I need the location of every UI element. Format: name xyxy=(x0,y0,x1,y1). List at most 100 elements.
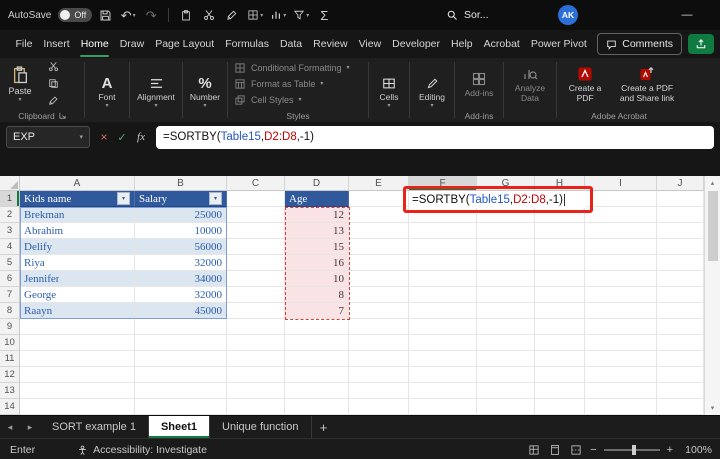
cell-I5[interactable] xyxy=(585,255,657,271)
col-header-J[interactable]: J xyxy=(657,176,704,191)
menu-tab-developer[interactable]: Developer xyxy=(387,30,446,58)
cell-F14[interactable] xyxy=(409,399,477,415)
cell-I4[interactable] xyxy=(585,239,657,255)
cell-C11[interactable] xyxy=(227,351,285,367)
clipboard-button[interactable] xyxy=(176,4,196,26)
scroll-up-icon[interactable]: ▴ xyxy=(705,176,720,190)
avatar[interactable]: AK xyxy=(558,5,578,25)
cell-J5[interactable] xyxy=(657,255,704,271)
cell-G10[interactable] xyxy=(477,335,535,351)
col-header-G[interactable]: G xyxy=(477,176,535,191)
cell-D5[interactable]: 16 xyxy=(285,255,349,271)
sheet-tab-unique-function[interactable]: Unique function xyxy=(210,416,311,438)
menu-tab-page-layout[interactable]: Page Layout xyxy=(150,30,220,58)
cell-J2[interactable] xyxy=(657,207,704,223)
editing-group-button[interactable]: Editing ▾ xyxy=(410,58,454,122)
cell-D3[interactable]: 13 xyxy=(285,223,349,239)
cell-E13[interactable] xyxy=(349,383,409,399)
cell-H2[interactable] xyxy=(535,207,585,223)
cell-H12[interactable] xyxy=(535,367,585,383)
cell-G7[interactable] xyxy=(477,287,535,303)
minimize-button[interactable]: — xyxy=(672,0,702,30)
cell-C8[interactable] xyxy=(227,303,285,319)
cell-F3[interactable] xyxy=(409,223,477,239)
cell-I6[interactable] xyxy=(585,271,657,287)
cell-I2[interactable] xyxy=(585,207,657,223)
share-button[interactable] xyxy=(688,34,714,54)
search-box[interactable]: Sor... xyxy=(446,0,489,30)
cell-styles-button[interactable]: Cell Styles ▾ xyxy=(234,92,368,107)
cell-A1[interactable]: Kids name▾ xyxy=(20,191,135,207)
cell-G12[interactable] xyxy=(477,367,535,383)
cell-C7[interactable] xyxy=(227,287,285,303)
cell-F6[interactable] xyxy=(409,271,477,287)
cell-B2[interactable]: 25000 xyxy=(135,207,227,223)
cell-G2[interactable] xyxy=(477,207,535,223)
cell-J3[interactable] xyxy=(657,223,704,239)
cell-D11[interactable] xyxy=(285,351,349,367)
format-as-table-button[interactable]: Format as Table ▾ xyxy=(234,76,368,91)
cell-J1[interactable] xyxy=(657,191,704,207)
row-header-9[interactable]: 9 xyxy=(0,319,20,335)
comments-button[interactable]: Comments xyxy=(597,33,682,55)
cell-J14[interactable] xyxy=(657,399,704,415)
cell-B14[interactable] xyxy=(135,399,227,415)
cell-F13[interactable] xyxy=(409,383,477,399)
col-header-E[interactable]: E xyxy=(349,176,409,191)
enter-button[interactable]: ✓ xyxy=(114,131,130,144)
menu-tab-view[interactable]: View xyxy=(353,30,387,58)
cell-D9[interactable] xyxy=(285,319,349,335)
cell-C2[interactable] xyxy=(227,207,285,223)
number-group-button[interactable]: % Number ▾ xyxy=(183,58,227,122)
cell-J8[interactable] xyxy=(657,303,704,319)
cell-B10[interactable] xyxy=(135,335,227,351)
cell-E6[interactable] xyxy=(349,271,409,287)
cell-B1[interactable]: Salary▾ xyxy=(135,191,227,207)
cell-H3[interactable] xyxy=(535,223,585,239)
cell-J10[interactable] xyxy=(657,335,704,351)
cell-A10[interactable] xyxy=(20,335,135,351)
create-pdf-button[interactable]: Create a PDF xyxy=(557,64,613,104)
cell-C10[interactable] xyxy=(227,335,285,351)
cell-I10[interactable] xyxy=(585,335,657,351)
cell-B11[interactable] xyxy=(135,351,227,367)
cut-button[interactable] xyxy=(199,4,219,26)
cell-H9[interactable] xyxy=(535,319,585,335)
cell-I3[interactable] xyxy=(585,223,657,239)
cell-J11[interactable] xyxy=(657,351,704,367)
cell-G6[interactable] xyxy=(477,271,535,287)
cell-D10[interactable] xyxy=(285,335,349,351)
row-header-4[interactable]: 4 xyxy=(0,239,20,255)
cell-A6[interactable]: Jennifer xyxy=(20,271,135,287)
cell-F7[interactable] xyxy=(409,287,477,303)
cell-F4[interactable] xyxy=(409,239,477,255)
row-header-13[interactable]: 13 xyxy=(0,383,20,399)
cell-I12[interactable] xyxy=(585,367,657,383)
cell-J6[interactable] xyxy=(657,271,704,287)
scroll-down-icon[interactable]: ▾ xyxy=(705,401,720,415)
cell-A13[interactable] xyxy=(20,383,135,399)
cancel-button[interactable]: × xyxy=(96,130,112,144)
cell-H6[interactable] xyxy=(535,271,585,287)
cell-J7[interactable] xyxy=(657,287,704,303)
menu-tab-file[interactable]: File xyxy=(10,30,38,58)
col-header-I[interactable]: I xyxy=(585,176,657,191)
filter-icon[interactable]: ▾ xyxy=(209,192,222,205)
vertical-scrollbar[interactable]: ▴ ▾ xyxy=(704,176,720,415)
copy-button[interactable] xyxy=(44,77,62,91)
row-header-2[interactable]: 2 xyxy=(0,207,20,223)
cell-C3[interactable] xyxy=(227,223,285,239)
cell-B5[interactable]: 32000 xyxy=(135,255,227,271)
page-layout-view-button[interactable] xyxy=(548,443,562,457)
cell-I14[interactable] xyxy=(585,399,657,415)
cell-F12[interactable] xyxy=(409,367,477,383)
cell-F9[interactable] xyxy=(409,319,477,335)
menu-tab-insert[interactable]: Insert xyxy=(38,30,75,58)
sheet-tab-sort-example-1[interactable]: SORT example 1 xyxy=(40,416,149,438)
cell-E7[interactable] xyxy=(349,287,409,303)
dialog-launcher-icon[interactable] xyxy=(59,112,66,119)
row-header-5[interactable]: 5 xyxy=(0,255,20,271)
chart-button[interactable]: ▾ xyxy=(268,4,288,26)
cell-B3[interactable]: 10000 xyxy=(135,223,227,239)
cell-E1[interactable] xyxy=(349,191,409,207)
